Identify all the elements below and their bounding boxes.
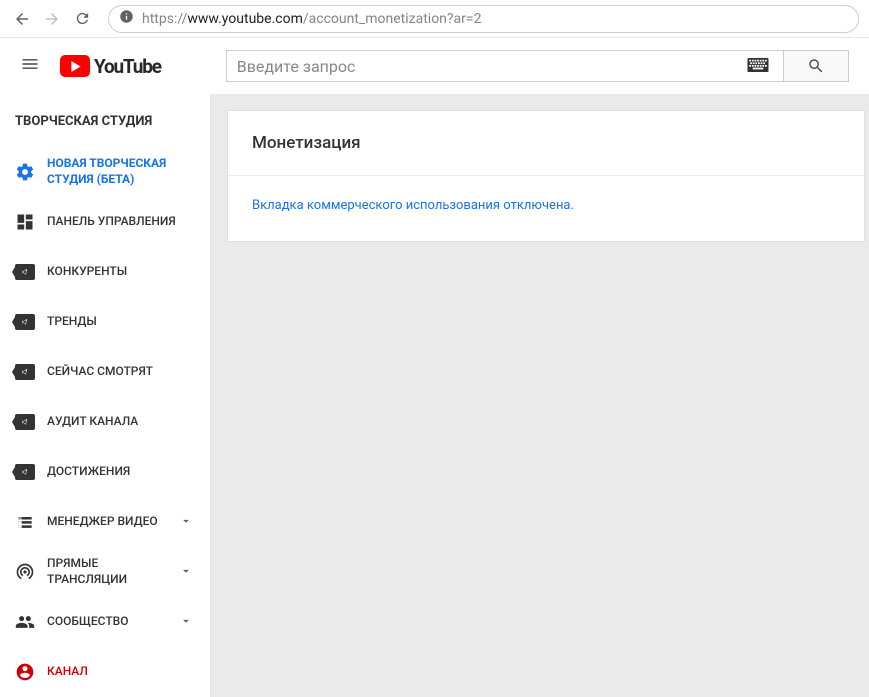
sidebar-item-4[interactable]: IQ СЕЙЧАС СМОТРЯТ (0, 347, 210, 397)
url-bar[interactable]: https://www.youtube.com/account_monetiza… (108, 5, 859, 33)
card-title: Монетизация (228, 111, 864, 176)
chevron-down-icon (179, 563, 195, 582)
header: YouTube Введите запрос (0, 38, 869, 94)
videomanager-icon (15, 512, 35, 532)
logo[interactable]: YouTube (60, 55, 161, 78)
playtag-icon: IQ (15, 362, 35, 382)
browser-bar: https://www.youtube.com/account_monetiza… (0, 0, 869, 38)
sidebar-item-label: СООБЩЕСТВО (47, 614, 167, 630)
gear-icon (15, 162, 35, 182)
sidebar-item-label: АУДИТ КАНАЛА (47, 414, 195, 430)
sidebar-item-0[interactable]: НОВАЯ ТВОРЧЕСКАЯ СТУДИЯ (БЕТА) (0, 147, 210, 197)
sidebar-item-label: ПАНЕЛЬ УПРАВЛЕНИЯ (47, 214, 195, 230)
keyboard-icon[interactable] (743, 57, 773, 76)
sidebar-item-8[interactable]: ПРЯМЫЕ ТРАНСЛЯЦИИ (0, 547, 210, 597)
search-form: Введите запрос (226, 50, 849, 82)
sidebar-item-label: ДОСТИЖЕНИЯ (47, 464, 195, 480)
broadcast-icon (15, 562, 35, 582)
sidebar-item-6[interactable]: IQ ДОСТИЖЕНИЯ (0, 447, 210, 497)
playtag-icon: IQ (15, 462, 35, 482)
menu-icon[interactable] (20, 54, 40, 78)
search-input[interactable]: Введите запрос (226, 50, 784, 82)
url-text: https://www.youtube.com/account_monetiza… (142, 11, 848, 27)
sidebar-item-2[interactable]: IQ КОНКУРЕНТЫ (0, 247, 210, 297)
search-button[interactable] (784, 50, 849, 82)
monetization-card: Монетизация Вкладка коммерческого исполь… (227, 110, 865, 242)
sidebar-item-label: ПРЯМЫЕ ТРАНСЛЯЦИИ (47, 556, 167, 587)
sidebar-item-label: СЕЙЧАС СМОТРЯТ (47, 364, 195, 380)
community-icon (15, 612, 35, 632)
sidebar-item-1[interactable]: ПАНЕЛЬ УПРАВЛЕНИЯ (0, 197, 210, 247)
monetization-disabled-link[interactable]: Вкладка коммерческого использования откл… (252, 198, 574, 213)
sidebar-item-3[interactable]: IQ ТРЕНДЫ (0, 297, 210, 347)
sidebar-item-5[interactable]: IQ АУДИТ КАНАЛА (0, 397, 210, 447)
dashboard-icon (15, 212, 35, 232)
logo-text: YouTube (94, 55, 161, 78)
content: Монетизация Вкладка коммерческого исполь… (211, 94, 869, 697)
reload-button[interactable] (70, 7, 94, 31)
sidebar-item-label: НОВАЯ ТВОРЧЕСКАЯ СТУДИЯ (БЕТА) (47, 156, 195, 187)
sidebar-item-label: КОНКУРЕНТЫ (47, 264, 195, 280)
chevron-down-icon (179, 513, 195, 532)
sidebar-item-label: ТРЕНДЫ (47, 314, 195, 330)
info-icon (119, 9, 134, 28)
logo-icon (60, 55, 90, 77)
playtag-icon: IQ (15, 262, 35, 282)
channel-icon (15, 662, 35, 682)
search-placeholder: Введите запрос (237, 57, 743, 76)
playtag-icon: IQ (15, 312, 35, 332)
sidebar-title: ТВОРЧЕСКАЯ СТУДИЯ (0, 94, 210, 147)
sidebar-item-7[interactable]: МЕНЕДЖЕР ВИДЕО (0, 497, 210, 547)
sidebar: ТВОРЧЕСКАЯ СТУДИЯ НОВАЯ ТВОРЧЕСКАЯ СТУДИ… (0, 94, 211, 697)
back-button[interactable] (10, 7, 34, 31)
sidebar-item-label: МЕНЕДЖЕР ВИДЕО (47, 514, 167, 530)
forward-button[interactable] (40, 7, 64, 31)
sidebar-item-9[interactable]: СООБЩЕСТВО (0, 597, 210, 647)
sidebar-item-label: КАНАЛ (47, 664, 195, 680)
playtag-icon: IQ (15, 412, 35, 432)
sidebar-item-10[interactable]: КАНАЛ (0, 647, 210, 697)
chevron-down-icon (179, 613, 195, 632)
